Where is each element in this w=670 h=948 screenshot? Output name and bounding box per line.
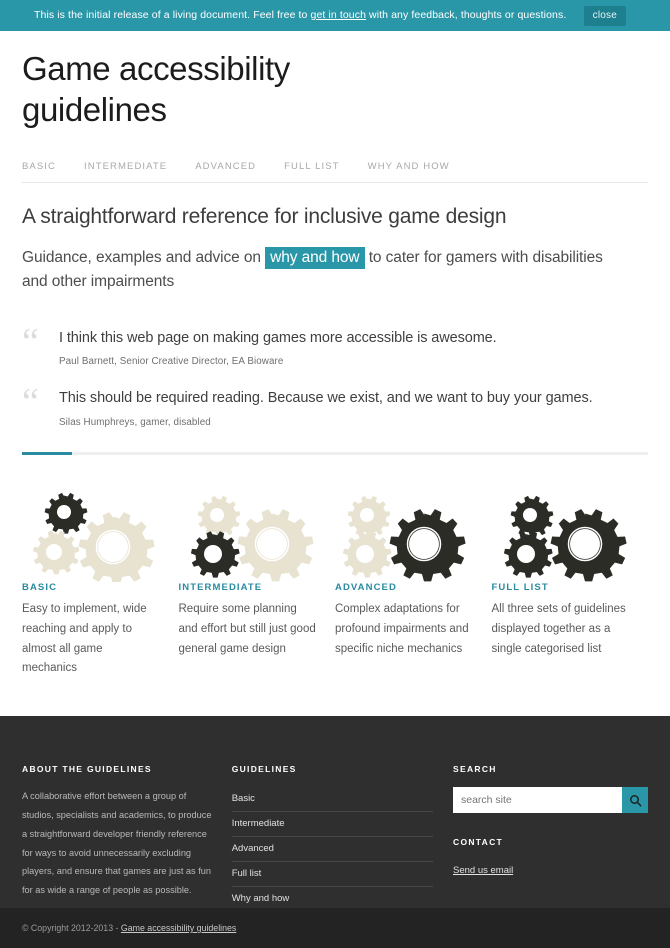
- footer-about-column: ABOUT THE GUIDELINES A collaborative eff…: [22, 764, 214, 912]
- card-advanced-desc: Complex adaptations for profound impairm…: [335, 602, 469, 655]
- page-root: This is the initial release of a living …: [0, 0, 670, 948]
- testimonial-citation: Silas Humphreys, gamer, disabled: [59, 416, 211, 428]
- notification-banner: This is the initial release of a living …: [0, 0, 670, 31]
- footer-link-intermediate[interactable]: Intermediate: [232, 812, 433, 836]
- copyright-text: © Copyright 2012-2013 - Game accessibili…: [22, 923, 236, 933]
- list-item: Intermediate: [231, 812, 433, 837]
- card-basic-title: BASIC: [22, 581, 58, 593]
- footer-link-full-list[interactable]: Full list: [232, 862, 433, 886]
- gear-small-bottom-icon: [503, 531, 553, 578]
- main-navigation: BASIC INTERMEDIATE ADVANCED FULL LIST WH…: [22, 161, 648, 183]
- gear-large-icon: [389, 509, 466, 582]
- nav-item-intermediate[interactable]: INTERMEDIATE: [84, 161, 167, 172]
- footer-guidelines-heading: GUIDELINES: [231, 764, 297, 774]
- page-title: Game accessibility guidelines: [22, 50, 290, 128]
- testimonials: “ I think this web page on making games …: [22, 320, 648, 428]
- lede-paragraph: Guidance, examples and advice on why and…: [22, 246, 622, 294]
- gear-small-top-icon: [44, 492, 88, 534]
- search-input[interactable]: [453, 787, 622, 813]
- footer-search-heading: SEARCH: [453, 764, 497, 774]
- testimonial-body: I think this web page on making games mo…: [59, 327, 497, 368]
- search-icon: [629, 794, 641, 806]
- footer-link-advanced[interactable]: Advanced: [232, 837, 433, 861]
- search-button[interactable]: [622, 787, 648, 813]
- testimonial-citation: Paul Barnett, Senior Creative Director, …: [59, 356, 284, 368]
- gears-illustration-intermediate: [179, 487, 336, 582]
- card-intermediate-desc: Require some planning and effort but sti…: [178, 602, 316, 655]
- card-basic[interactable]: BASIC Easy to implement, wide reaching a…: [22, 487, 179, 679]
- nav-item-basic[interactable]: BASIC: [22, 161, 56, 172]
- get-in-touch-link[interactable]: get in touch: [311, 9, 367, 21]
- gear-large-icon: [78, 512, 155, 582]
- notification-text: This is the initial release of a living …: [34, 10, 566, 21]
- nav-item-full-list[interactable]: FULL LIST: [284, 161, 339, 172]
- card-full-list-desc: All three sets of guidelines displayed t…: [491, 602, 626, 655]
- footer-link-basic[interactable]: Basic: [232, 787, 433, 811]
- quote-mark-icon: “: [22, 320, 39, 363]
- list-item: Basic: [231, 787, 433, 812]
- nav-item-advanced[interactable]: ADVANCED: [195, 161, 256, 172]
- gear-small-bottom-icon: [342, 531, 392, 578]
- gears-illustration-basic: [22, 487, 179, 582]
- content-inner: Game accessibility guidelines BASIC INTE…: [0, 49, 670, 679]
- footer-guidelines-list: Basic Intermediate Advanced Full list Wh…: [231, 787, 433, 912]
- gear-small-top-icon: [510, 495, 553, 537]
- content-wrap: Game accessibility guidelines BASIC INTE…: [0, 31, 670, 679]
- footer-search-column: SEARCH CONTACT Send us email: [453, 764, 648, 912]
- testimonial-text: This should be required reading. Because…: [59, 390, 593, 407]
- footer-contact-heading: CONTACT: [453, 837, 504, 847]
- card-full-list-link[interactable]: FULL LIST All three sets of guidelines d…: [492, 487, 649, 659]
- card-advanced-link[interactable]: ADVANCED Complex adaptations for profoun…: [335, 487, 492, 659]
- category-cards: BASIC Easy to implement, wide reaching a…: [22, 487, 648, 679]
- search-box: [453, 787, 648, 813]
- card-full-list-title: FULL LIST: [491, 581, 549, 593]
- card-basic-link[interactable]: BASIC Easy to implement, wide reaching a…: [22, 487, 179, 679]
- gear-small-top-icon: [347, 495, 391, 537]
- copyright-bar: © Copyright 2012-2013 - Game accessibili…: [0, 908, 670, 948]
- nav-item-why-and-how[interactable]: WHY AND HOW: [368, 161, 450, 172]
- notification-text-before: This is the initial release of a living …: [34, 9, 311, 22]
- footer-about-body: A collaborative effort between a group o…: [22, 791, 212, 896]
- card-basic-desc: Easy to implement, wide reaching and app…: [22, 602, 147, 675]
- list-item: Full list: [231, 862, 433, 887]
- card-advanced[interactable]: ADVANCED Complex adaptations for profoun…: [335, 487, 492, 679]
- testimonial-item: “ I think this web page on making games …: [22, 320, 648, 368]
- testimonial-body: This should be required reading. Because…: [59, 387, 593, 428]
- notification-text-after: with any feedback, thoughts or questions…: [366, 9, 567, 22]
- card-intermediate-title: INTERMEDIATE: [178, 581, 263, 593]
- card-advanced-title: ADVANCED: [335, 581, 397, 593]
- site-footer: ABOUT THE GUIDELINES A collaborative eff…: [0, 716, 670, 912]
- lede-highlight: why and how: [265, 246, 365, 269]
- section-divider: [22, 451, 648, 455]
- gear-small-top-icon: [197, 495, 240, 537]
- card-intermediate[interactable]: INTERMEDIATE Require some planning and e…: [179, 487, 336, 679]
- footer-guidelines-column: GUIDELINES Basic Intermediate Advanced F…: [231, 764, 433, 912]
- copyright-site-link[interactable]: Game accessibility guidelines: [121, 923, 236, 933]
- gears-illustration-full-list: [492, 487, 649, 582]
- lede-before: Guidance, examples and advice on: [22, 248, 266, 266]
- gear-large-icon: [550, 509, 627, 582]
- send-us-email-link[interactable]: Send us email: [453, 865, 513, 876]
- card-intermediate-link[interactable]: INTERMEDIATE Require some planning and e…: [179, 487, 336, 659]
- gear-large-icon: [237, 509, 314, 582]
- copyright-prefix: © Copyright 2012-2013 -: [22, 923, 121, 933]
- list-item: Advanced: [231, 837, 433, 862]
- footer-about-heading: ABOUT THE GUIDELINES: [22, 764, 152, 774]
- gears-illustration-advanced: [335, 487, 492, 582]
- close-banner-button[interactable]: close: [583, 6, 626, 26]
- gear-small-bottom-icon: [33, 530, 80, 575]
- testimonial-item: “ This should be required reading. Becau…: [22, 381, 648, 428]
- tagline: A straightforward reference for inclusiv…: [22, 204, 507, 228]
- testimonial-text: I think this web page on making games mo…: [59, 329, 497, 346]
- quote-mark-icon: “: [22, 381, 39, 424]
- footer-inner: ABOUT THE GUIDELINES A collaborative eff…: [0, 716, 670, 912]
- gear-small-bottom-icon: [190, 531, 240, 578]
- card-full-list[interactable]: FULL LIST All three sets of guidelines d…: [492, 487, 649, 679]
